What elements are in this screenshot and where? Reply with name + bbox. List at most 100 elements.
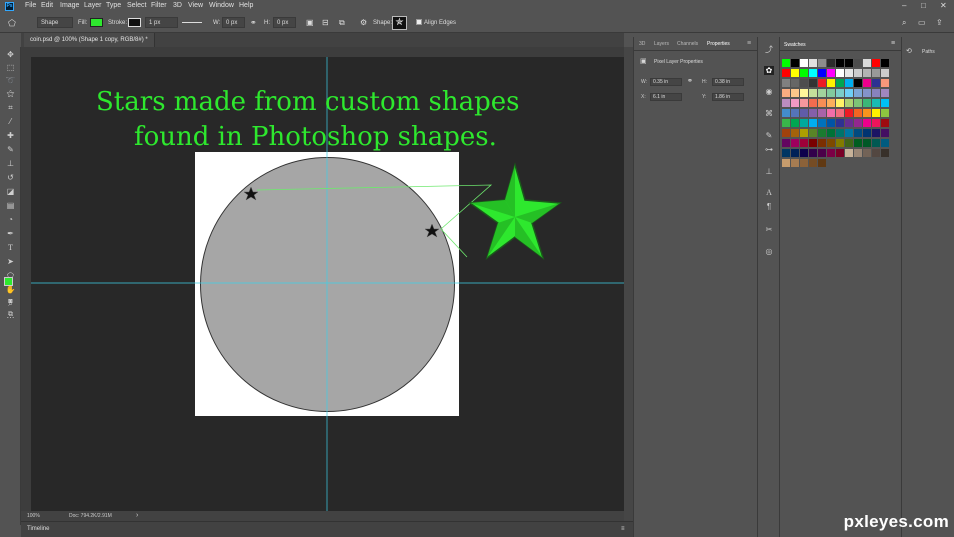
- swatch-color[interactable]: [800, 89, 808, 97]
- brushes-icon[interactable]: ⊶: [764, 145, 774, 154]
- swatch-color[interactable]: [809, 149, 817, 157]
- swatch-color[interactable]: [809, 159, 817, 167]
- swatch-color[interactable]: [818, 79, 826, 87]
- document-tab[interactable]: coin.psd @ 100% (Shape 1 copy, RGB/8#) *: [24, 33, 155, 47]
- swatch-color[interactable]: [782, 99, 790, 107]
- foreground-color-swatch[interactable]: [4, 277, 13, 286]
- character-icon[interactable]: A: [764, 188, 774, 197]
- swatch-color[interactable]: [881, 109, 889, 117]
- swatch-color[interactable]: [863, 149, 871, 157]
- screen-mode-icon[interactable]: ⧉: [5, 310, 16, 320]
- swatch-color[interactable]: [836, 139, 844, 147]
- swatch-color[interactable]: [836, 119, 844, 127]
- swatch-color[interactable]: [872, 99, 880, 107]
- menu-window[interactable]: Window: [209, 2, 234, 9]
- swatch-color[interactable]: [863, 109, 871, 117]
- swatch-color[interactable]: [827, 99, 835, 107]
- marquee-icon[interactable]: ⬚: [5, 63, 16, 73]
- swatch-color[interactable]: [854, 99, 862, 107]
- swatch-color[interactable]: [809, 139, 817, 147]
- menu-view[interactable]: View: [188, 2, 203, 9]
- swatch-color[interactable]: [800, 119, 808, 127]
- shape-tool-icon[interactable]: ⬠: [8, 18, 16, 28]
- minimize-button[interactable]: –: [902, 1, 906, 10]
- swatch-color[interactable]: [845, 129, 853, 137]
- swatch-color[interactable]: [854, 79, 862, 87]
- swatch-color[interactable]: [791, 99, 799, 107]
- swatch-color[interactable]: [827, 149, 835, 157]
- swatch-color[interactable]: [818, 159, 826, 167]
- swatch-color[interactable]: [791, 109, 799, 117]
- swatch-color[interactable]: [863, 79, 871, 87]
- stroke-width-field[interactable]: 1 px: [145, 17, 178, 28]
- paragraph-icon[interactable]: ¶: [764, 202, 774, 211]
- glyphs-icon[interactable]: ⌘: [764, 109, 774, 118]
- fill-swatch[interactable]: [90, 18, 103, 27]
- adjustments-icon[interactable]: ✿: [764, 66, 774, 75]
- swatch-color[interactable]: [782, 159, 790, 167]
- path-arrangement-icon[interactable]: ⧉: [339, 18, 345, 28]
- swatch-color[interactable]: [791, 59, 799, 67]
- swatches-menu-icon[interactable]: ≡: [891, 40, 895, 47]
- swatch-color[interactable]: [809, 59, 817, 67]
- swatch-color[interactable]: [845, 119, 853, 127]
- vertical-scrollbar[interactable]: [624, 47, 633, 521]
- lasso-icon[interactable]: ➰: [5, 76, 16, 86]
- swatch-color[interactable]: [836, 99, 844, 107]
- small-star-right[interactable]: [424, 223, 440, 238]
- swatch-color[interactable]: [818, 119, 826, 127]
- move-icon[interactable]: ✥: [5, 50, 16, 60]
- swatch-color[interactable]: [881, 59, 889, 67]
- swatch-color[interactable]: [845, 79, 853, 87]
- swatch-color[interactable]: [809, 69, 817, 77]
- swatch-color[interactable]: [845, 59, 853, 67]
- swatch-color[interactable]: [791, 159, 799, 167]
- history-icon[interactable]: ⤴: [764, 45, 774, 54]
- swatch-color[interactable]: [809, 129, 817, 137]
- menu-select[interactable]: Select: [127, 2, 146, 9]
- swatch-color[interactable]: [854, 69, 862, 77]
- swatch-color[interactable]: [827, 139, 835, 147]
- swatch-color[interactable]: [782, 59, 790, 67]
- swatch-color[interactable]: [854, 129, 862, 137]
- type-icon[interactable]: T: [5, 243, 16, 253]
- swatch-color[interactable]: [854, 119, 862, 127]
- swatch-color[interactable]: [782, 149, 790, 157]
- menu-layer[interactable]: Layer: [84, 2, 102, 9]
- eraser-icon[interactable]: ◪: [5, 187, 16, 197]
- swatch-color[interactable]: [836, 69, 844, 77]
- link-icon[interactable]: ⚭: [250, 18, 257, 28]
- swatch-color[interactable]: [872, 59, 880, 67]
- brush-settings-icon[interactable]: ✎: [764, 131, 774, 140]
- large-green-star[interactable]: [467, 162, 563, 260]
- swatch-color[interactable]: [782, 139, 790, 147]
- swatch-color[interactable]: [800, 109, 808, 117]
- history-brush-icon[interactable]: ↺: [5, 173, 16, 183]
- swatch-color[interactable]: [809, 89, 817, 97]
- swatch-color[interactable]: [872, 79, 880, 87]
- swatches-tab[interactable]: Swatches: [784, 42, 806, 48]
- swatch-color[interactable]: [854, 109, 862, 117]
- h-field[interactable]: 0.38 in: [712, 78, 744, 86]
- swatch-color[interactable]: [845, 149, 853, 157]
- swatch-color[interactable]: [791, 69, 799, 77]
- swatch-color[interactable]: [881, 89, 889, 97]
- swatch-color[interactable]: [836, 149, 844, 157]
- swatch-color[interactable]: [791, 89, 799, 97]
- stroke-swatch[interactable]: [128, 18, 141, 27]
- dodge-icon[interactable]: ◔: [5, 215, 16, 225]
- swatch-color[interactable]: [836, 89, 844, 97]
- canvas-area[interactable]: Stars made from custom shapes found in P…: [31, 57, 624, 511]
- gradient-icon[interactable]: ▤: [5, 201, 16, 211]
- swatch-color[interactable]: [827, 69, 835, 77]
- swatch-color[interactable]: [782, 69, 790, 77]
- swatch-color[interactable]: [791, 139, 799, 147]
- swatch-color[interactable]: [872, 139, 880, 147]
- swatch-color[interactable]: [818, 139, 826, 147]
- menu-type[interactable]: Type: [106, 2, 121, 9]
- timeline-menu-icon[interactable]: ≡: [621, 522, 625, 537]
- quick-mask-icon[interactable]: ◙: [5, 297, 16, 307]
- swatch-color[interactable]: [845, 139, 853, 147]
- color-icon[interactable]: ◉: [764, 87, 774, 96]
- close-button[interactable]: ✕: [940, 1, 947, 10]
